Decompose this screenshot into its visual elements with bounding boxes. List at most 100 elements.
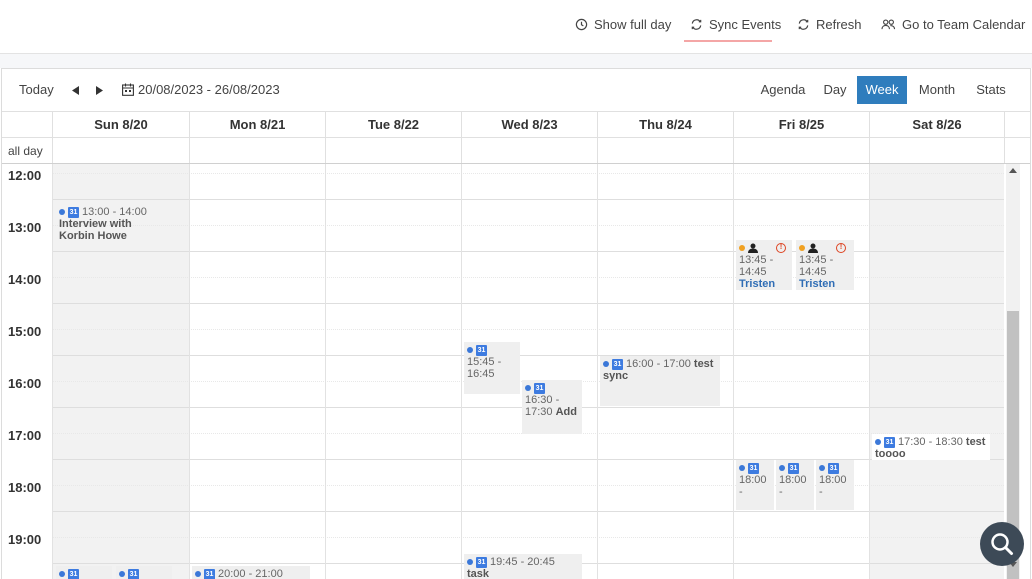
event-task[interactable]: 31 19:45 - 20:45 task — [464, 554, 582, 579]
event-title: Add — [555, 406, 577, 418]
calendar: Today 20/08/2023 - 26/08/2023 Agenda Day… — [1, 68, 1031, 579]
refresh-icon — [798, 19, 809, 30]
grid-line — [52, 355, 1004, 356]
google-calendar-icon: 31 — [884, 436, 895, 448]
event-dot — [739, 465, 745, 472]
time-label: 17:00 — [8, 428, 42, 443]
next-arrow-icon[interactable] — [95, 86, 103, 95]
event-time: 19:45 - 20:45 — [490, 556, 555, 568]
event-time: 13:45 - 14:45 — [739, 254, 774, 278]
google-calendar-icon: 31 — [476, 344, 487, 356]
sync-events-underline — [684, 40, 772, 42]
time-label: 12:00 — [8, 168, 42, 183]
google-calendar-icon: 31 — [68, 568, 79, 579]
column-line — [869, 164, 870, 579]
column-line — [597, 164, 598, 579]
day-header[interactable]: Sat 8/26 — [869, 112, 1005, 138]
view-agenda-button[interactable]: Agenda — [755, 76, 811, 104]
scroll-up-arrow-icon[interactable] — [1009, 168, 1017, 173]
all-day-cell[interactable] — [52, 138, 189, 163]
refresh-button[interactable]: Refresh — [797, 17, 862, 32]
all-day-label: all day — [8, 144, 43, 158]
all-day-cell[interactable] — [597, 138, 733, 163]
event-tristen[interactable]: ! 13:45 - 14:45 Tristen — [796, 240, 854, 290]
all-day-cell[interactable] — [189, 138, 325, 163]
today-button[interactable]: Today — [19, 82, 54, 97]
event-time: 13:45 - 14:45 — [799, 254, 834, 278]
event-time: 18:00 - — [779, 474, 807, 498]
event-sun-partial[interactable]: 31 — [56, 566, 112, 579]
column-line — [52, 164, 53, 579]
view-stats-button[interactable]: Stats — [967, 76, 1015, 104]
event-fri-1800[interactable]: 31 18:00 - — [736, 460, 774, 510]
event-title: Tristen — [799, 278, 836, 290]
event-fri-1800[interactable]: 31 18:00 - — [776, 460, 814, 510]
event-time: 13:00 - 14:00 — [82, 206, 147, 218]
day-header[interactable]: Wed 8/23 — [461, 112, 597, 138]
event-fri-1800[interactable]: 31 18:00 - — [816, 460, 854, 510]
google-calendar-icon: 31 — [612, 358, 623, 370]
grid-line — [52, 303, 1004, 304]
column-line — [189, 164, 190, 579]
google-calendar-icon: 31 — [788, 462, 799, 474]
vertical-scrollbar[interactable] — [1006, 164, 1020, 579]
event-tristen[interactable]: ! 13:45 - 14:45 Tristen — [736, 240, 792, 290]
day-header[interactable]: Sun 8/20 — [52, 112, 189, 138]
event-dot — [799, 245, 805, 252]
google-calendar-icon: 31 — [204, 568, 215, 579]
day-header[interactable]: Tue 8/22 — [325, 112, 461, 138]
view-day-button[interactable]: Day — [815, 76, 855, 104]
grid-line — [52, 537, 1004, 538]
event-time: 16:30 - 17:30 — [525, 394, 560, 418]
day-header[interactable]: Thu 8/24 — [597, 112, 733, 138]
grid-line — [52, 277, 1004, 278]
alert-icon: ! — [776, 243, 786, 254]
all-day-cell[interactable] — [325, 138, 461, 163]
event-dot — [739, 245, 745, 252]
event-interview[interactable]: 31 13:00 - 14:00 Interview with Korbin Ho… — [56, 204, 166, 244]
google-calendar-icon: 31 — [128, 568, 139, 579]
show-full-day-button[interactable]: Show full day — [575, 17, 671, 32]
all-day-cell[interactable] — [461, 138, 597, 163]
search-fab-button[interactable] — [980, 522, 1024, 566]
grid-line — [52, 511, 1004, 512]
time-label: 14:00 — [8, 272, 42, 287]
event-mon-2000[interactable]: 31 20:00 - 21:00 — [192, 566, 310, 579]
grid-line — [52, 199, 1004, 200]
calendar-toolbar: Today 20/08/2023 - 26/08/2023 Agenda Day… — [2, 69, 1030, 111]
grid-line — [52, 329, 1004, 330]
event-test-sync[interactable]: 31 16:00 - 17:00 test sync — [600, 356, 720, 406]
time-label: 13:00 — [8, 220, 42, 235]
event-wed-add[interactable]: 31 16:30 - 17:30 Add — [522, 380, 582, 434]
event-test-toooo[interactable]: 31 17:30 - 18:30 test toooo — [872, 434, 990, 460]
event-title: task — [467, 568, 490, 579]
calendar-icon[interactable] — [122, 83, 134, 96]
event-dot — [119, 571, 125, 578]
grid-line — [52, 225, 1004, 226]
event-dot — [819, 465, 825, 472]
grid-line — [52, 251, 1004, 252]
all-day-cell[interactable] — [869, 138, 1005, 163]
event-wed-1545[interactable]: 31 15:45 - 16:45 — [464, 342, 520, 394]
prev-arrow-icon[interactable] — [72, 86, 80, 95]
grid-line — [52, 459, 1004, 460]
day-header[interactable]: Fri 8/25 — [733, 112, 869, 138]
view-week-button[interactable]: Week — [857, 76, 907, 104]
event-time: 20:00 - 21:00 — [218, 568, 283, 579]
time-grid: 12:00 13:00 14:00 15:00 16:00 17:00 18:0… — [2, 164, 1004, 579]
event-dot — [603, 361, 609, 368]
event-dot — [779, 465, 785, 472]
search-icon — [991, 533, 1013, 555]
google-calendar-icon: 31 — [68, 206, 79, 218]
view-month-button[interactable]: Month — [909, 76, 965, 104]
day-header[interactable]: Mon 8/21 — [189, 112, 325, 138]
event-time: 16:00 - 17:00 — [626, 358, 691, 370]
all-day-cell[interactable] — [733, 138, 869, 163]
event-sun-partial[interactable]: 31 — [116, 566, 172, 579]
sync-events-button[interactable]: Sync Events — [690, 17, 781, 32]
event-time: 17:30 - 18:30 — [898, 436, 963, 448]
event-time: 18:00 - — [819, 474, 847, 498]
column-line — [733, 164, 734, 579]
team-calendar-button[interactable]: Go to Team Calendar — [881, 17, 1025, 32]
event-time: 18:00 - — [739, 474, 767, 498]
